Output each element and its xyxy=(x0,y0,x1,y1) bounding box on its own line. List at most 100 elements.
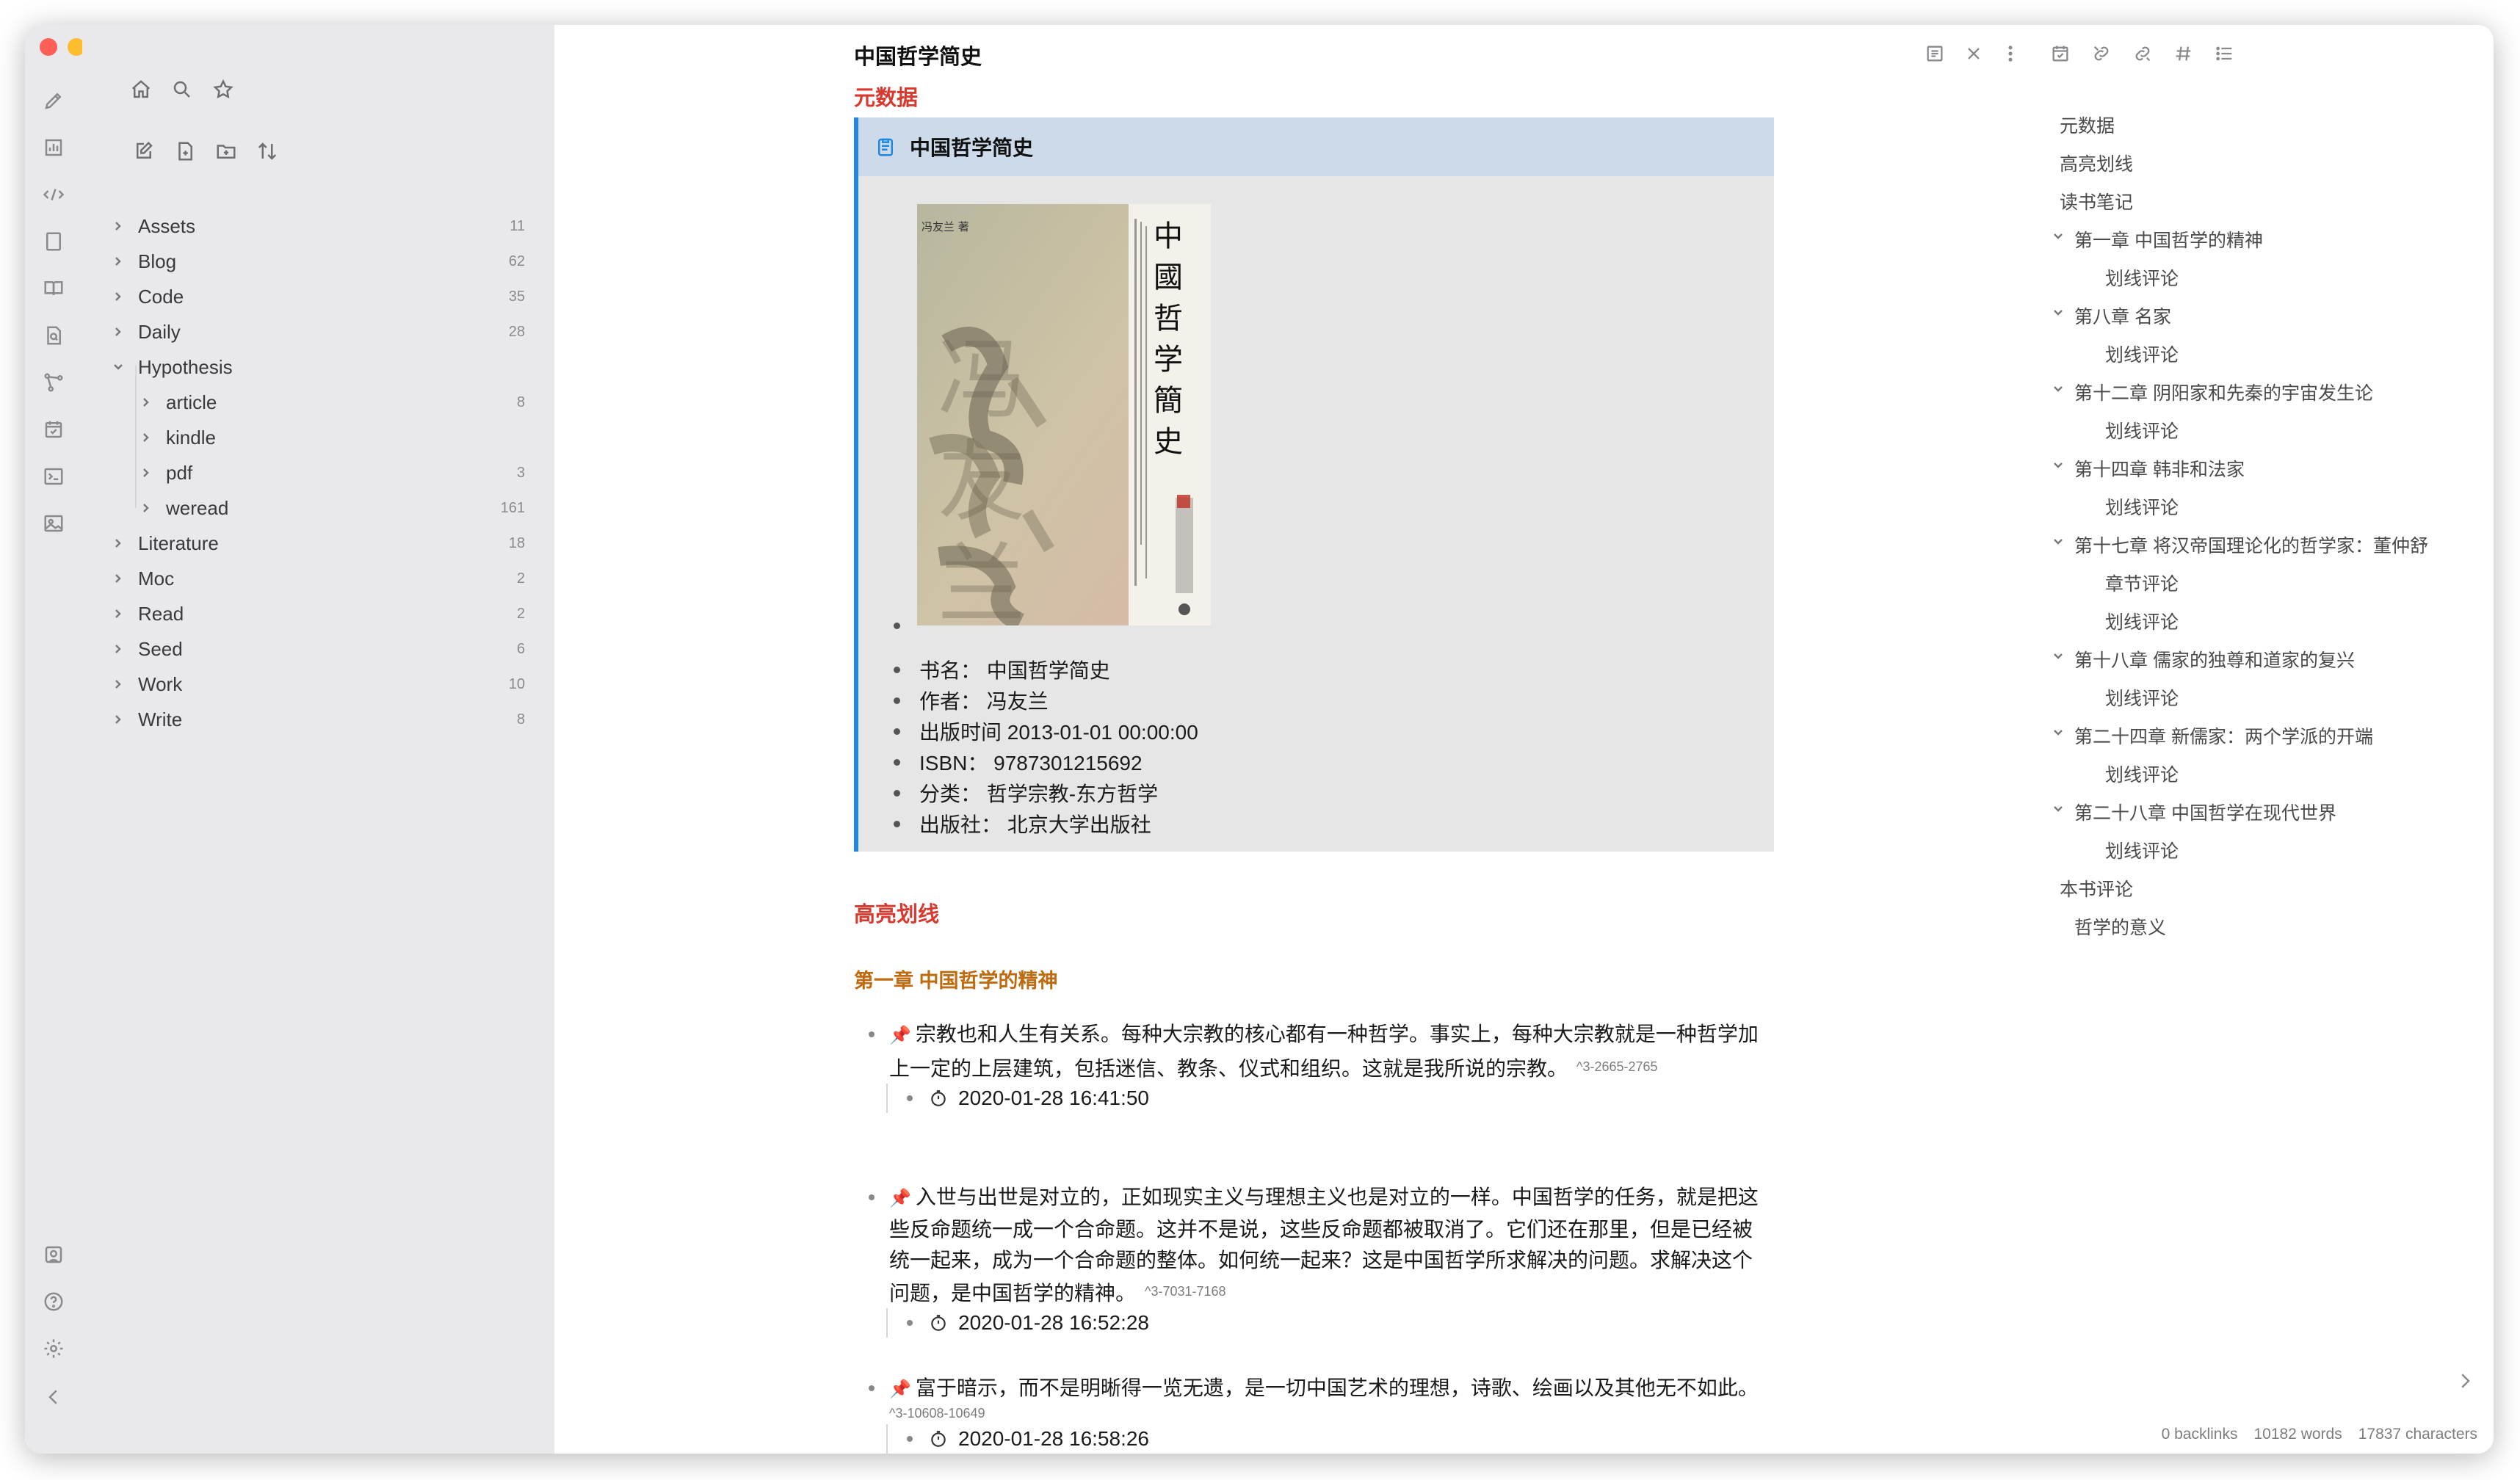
collapse-icon[interactable] xyxy=(41,1385,66,1410)
outline-item[interactable]: 本书评论 xyxy=(2060,875,2133,902)
tree-item-kindle[interactable]: kindle xyxy=(140,420,554,455)
search-icon[interactable] xyxy=(169,76,195,103)
reading-view-icon[interactable] xyxy=(1922,41,1947,66)
vault-icon[interactable] xyxy=(41,1242,66,1267)
tree-item-work[interactable]: Work 10 xyxy=(112,667,554,702)
cover-author: 冯友兰 著 xyxy=(922,220,969,233)
outline-item[interactable]: 第一章 中国哲学的精神 xyxy=(2074,226,2263,253)
tree-item-blog[interactable]: Blog 62 xyxy=(112,244,554,279)
outline-item[interactable]: 划线评论 xyxy=(2105,684,2179,711)
help-icon[interactable] xyxy=(41,1289,66,1314)
tree-item-count: 2 xyxy=(516,605,525,622)
chevron-down-icon[interactable] xyxy=(2052,536,2065,549)
cover-brush-text: 冯友兰 xyxy=(938,329,1026,625)
settings-icon[interactable] xyxy=(41,1336,66,1361)
outline-item[interactable]: 第十四章 韩非和法家 xyxy=(2074,455,2245,482)
outline-item[interactable]: 第十七章 将汉帝国理论化的哲学家：董仲舒 xyxy=(2074,532,2428,558)
tree-item-write[interactable]: Write 8 xyxy=(112,702,554,737)
chevron-right-icon xyxy=(112,572,125,585)
outline-item[interactable]: 划线评论 xyxy=(2105,341,2179,367)
heading-metadata: 元数据 xyxy=(854,87,919,110)
chevron-down-icon[interactable] xyxy=(2052,231,2065,244)
expand-right-icon[interactable] xyxy=(2454,1370,2476,1392)
tree-item-moc[interactable]: Moc 2 xyxy=(112,561,554,596)
chevron-right-icon xyxy=(112,255,125,268)
outline-item[interactable]: 第二十四章 新儒家：两个学派的开端 xyxy=(2074,722,2373,749)
backlinks-count[interactable]: 0 backlinks xyxy=(2162,1426,2238,1443)
outline-item[interactable]: 第八章 名家 xyxy=(2074,302,2171,329)
highlight-item: 📌 宗教也和人生有关系。每种大宗教的核心都有一种哲学。事实上，每种大宗教就是一种哲… xyxy=(854,1019,1772,1084)
new-note-icon[interactable] xyxy=(131,138,157,164)
metadata-item: 出版社： 北京大学出版社 xyxy=(894,809,1151,838)
highlight-timestamp: 2020-01-28 16:52:28 xyxy=(889,1308,1149,1338)
new-folder-icon[interactable] xyxy=(213,138,239,164)
chevron-down-icon[interactable] xyxy=(2052,803,2065,816)
tree-item-label: Assets xyxy=(138,214,196,237)
calendar-check-tab-icon[interactable] xyxy=(2048,41,2073,66)
chevron-down-icon[interactable] xyxy=(2052,307,2065,320)
outline-item[interactable]: 划线评论 xyxy=(2105,264,2179,291)
chevron-down-icon[interactable] xyxy=(2052,727,2065,740)
more-options-icon[interactable] xyxy=(1998,41,2023,66)
outline-item[interactable]: 第十八章 儒家的独尊和道家的复兴 xyxy=(2074,646,2355,672)
tree-item-code[interactable]: Code 35 xyxy=(112,279,554,314)
tree-item-label: article xyxy=(166,391,217,413)
outline-item[interactable]: 元数据 xyxy=(2060,112,2115,138)
heading-chapter-1: 第一章 中国哲学的精神 xyxy=(854,970,1058,992)
outgoing-link-icon[interactable] xyxy=(2130,41,2155,66)
tree-item-hypothesis[interactable]: Hypothesis xyxy=(112,349,554,385)
tree-item-weread[interactable]: weread 161 xyxy=(140,490,554,526)
code-snippet-icon[interactable] xyxy=(41,182,66,207)
outline-item[interactable]: 划线评论 xyxy=(2105,837,2179,863)
tree-item-article[interactable]: article 8 xyxy=(140,385,554,420)
outline-item[interactable]: 章节评论 xyxy=(2105,570,2179,596)
tree-item-assets[interactable]: Assets 11 xyxy=(112,208,554,244)
chevron-down-icon[interactable] xyxy=(2052,650,2065,664)
outline-item[interactable]: 第十二章 阴阳家和先秦的宇宙发生论 xyxy=(2074,379,2373,405)
highlight-timestamp: 2020-01-28 16:41:50 xyxy=(889,1084,1149,1113)
tree-item-daily[interactable]: Daily 28 xyxy=(112,314,554,349)
close-icon[interactable] xyxy=(1961,41,1986,66)
chevron-right-icon xyxy=(112,642,125,656)
graph-icon[interactable] xyxy=(41,370,66,395)
outline-item[interactable]: 第二十八章 中国哲学在现代世界 xyxy=(2074,799,2336,825)
callout-title: 中国哲学简史 xyxy=(910,137,1034,159)
book-icon[interactable] xyxy=(41,276,66,301)
close-window-button[interactable] xyxy=(40,38,57,56)
page-icon[interactable] xyxy=(41,229,66,254)
tree-item-seed[interactable]: Seed 6 xyxy=(112,631,554,667)
star-icon[interactable] xyxy=(210,76,236,103)
calendar-check-icon[interactable] xyxy=(41,417,66,442)
outline-item[interactable]: 划线评论 xyxy=(2105,761,2179,787)
chevron-down-icon[interactable] xyxy=(2052,460,2065,473)
file-search-icon[interactable] xyxy=(41,323,66,348)
tree-item-count: 8 xyxy=(516,393,525,410)
outline-item[interactable]: 划线评论 xyxy=(2105,608,2179,634)
metadata-item: ISBN： 9787301215692 xyxy=(894,747,1143,777)
outline-icon[interactable] xyxy=(2212,41,2237,66)
sort-icon[interactable] xyxy=(254,138,280,164)
chevron-down-icon[interactable] xyxy=(2052,383,2065,396)
pen-icon[interactable] xyxy=(41,88,66,113)
tree-item-pdf[interactable]: pdf 3 xyxy=(140,455,554,490)
callout-header[interactable]: 中国哲学简史 xyxy=(858,117,1774,176)
tree-item-count: 161 xyxy=(500,499,525,516)
tree-item-literature[interactable]: Literature 18 xyxy=(112,526,554,561)
terminal-icon[interactable] xyxy=(41,464,66,489)
image-icon[interactable] xyxy=(41,511,66,536)
outline-item[interactable]: 哲学的意义 xyxy=(2074,913,2166,940)
page-title: 中国哲学简史 xyxy=(854,46,982,69)
tag-icon[interactable] xyxy=(2171,41,2196,66)
bar-chart-icon[interactable] xyxy=(41,135,66,160)
home-icon[interactable] xyxy=(128,76,154,103)
backlink-icon[interactable] xyxy=(2089,41,2114,66)
outline-item[interactable]: 划线评论 xyxy=(2105,493,2179,520)
tree-item-count: 62 xyxy=(508,253,525,269)
outline-item[interactable]: 读书笔记 xyxy=(2060,188,2133,214)
highlight-item: 📌 入世与出世是对立的，正如现实主义与理想主义也是对立的一样。中国哲学的任务，就是… xyxy=(854,1182,1772,1309)
outline-item[interactable]: 高亮划线 xyxy=(2060,150,2133,176)
new-file-icon[interactable] xyxy=(172,138,198,164)
tree-item-read[interactable]: Read 2 xyxy=(112,596,554,631)
block-ref: ^3-10608-10649 xyxy=(889,1406,985,1421)
outline-item[interactable]: 划线评论 xyxy=(2105,417,2179,443)
